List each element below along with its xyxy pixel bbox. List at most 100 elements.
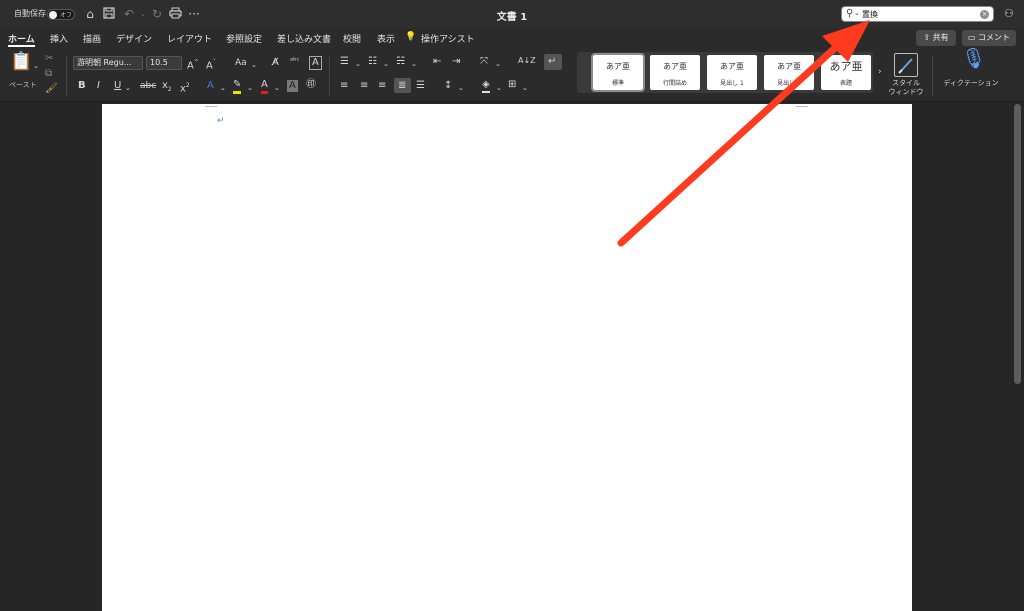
gallery-next-icon[interactable]: › (878, 67, 882, 77)
superscript-icon[interactable]: x2 (180, 80, 190, 95)
style-name: 表題 (839, 80, 852, 87)
style-heading-1[interactable]: あア亜 見出し 1 (707, 55, 757, 90)
borders-dropdown-icon[interactable]: ⌄ (522, 82, 528, 94)
align-right-icon[interactable]: ≡ (378, 80, 386, 92)
microphone-icon[interactable]: 🎙 (961, 48, 986, 68)
cut-icon[interactable]: ✂ (45, 53, 53, 65)
text-effects-dropdown-icon[interactable]: ⌄ (220, 82, 226, 94)
tab-references[interactable]: 参照設定 (226, 32, 262, 45)
enclose-characters-icon[interactable]: ㊞ (306, 79, 316, 91)
share-button[interactable]: ⇪ 共有 (916, 30, 956, 46)
divider (66, 56, 67, 96)
change-case-button[interactable]: Aa (235, 57, 247, 69)
tab-layout[interactable]: レイアウト (167, 32, 212, 45)
vertical-scrollbar[interactable] (1014, 104, 1021, 384)
paragraph-mark-icon: ↵ (217, 116, 225, 126)
search-dropdown-icon[interactable]: ⌄ (854, 9, 860, 17)
font-color-icon[interactable]: A (261, 79, 268, 94)
clear-search-icon[interactable]: × (980, 10, 989, 19)
person-share-icon[interactable]: ⚇ (1004, 7, 1014, 20)
paste-label: ペースト (9, 81, 37, 89)
active-tab-indicator (8, 45, 35, 47)
divider (932, 56, 933, 96)
tab-review[interactable]: 校閲 (343, 32, 361, 45)
paste-dropdown-icon[interactable]: ⌄ (33, 60, 39, 72)
font-size-select[interactable]: 10.5 (146, 56, 182, 70)
distributed-icon[interactable]: ☰ (416, 80, 425, 92)
search-input[interactable] (862, 8, 977, 20)
margin-marker (205, 106, 217, 107)
phonetic-guide-icon[interactable]: ᵃᵇᶜ (290, 55, 300, 67)
line-spacing-icon[interactable]: ↕ (444, 80, 452, 92)
highlight-dropdown-icon[interactable]: ⌄ (247, 82, 253, 94)
numbering-dropdown-icon[interactable]: ⌄ (383, 58, 389, 70)
bullets-icon[interactable]: ☰ (340, 56, 349, 68)
search-icon: ⚲ (846, 8, 854, 19)
tab-design[interactable]: デザイン (116, 32, 152, 45)
underline-icon[interactable]: U (114, 80, 121, 92)
borders-icon[interactable]: ⊞ (508, 79, 516, 91)
format-painter-icon[interactable]: 🖌 (45, 83, 58, 95)
tab-tell-me[interactable]: 操作アシスト (421, 32, 475, 45)
style-name: 標準 (611, 80, 624, 87)
margin-marker (796, 106, 808, 107)
share-icon: ⇪ (923, 33, 931, 42)
comment-button[interactable]: ▭ コメント (962, 30, 1016, 46)
style-sample: あア亜 (606, 62, 630, 71)
asian-layout-dropdown-icon[interactable]: ⌄ (495, 58, 501, 70)
copy-icon[interactable]: ⧉ (45, 68, 52, 80)
line-spacing-dropdown-icon[interactable]: ⌄ (458, 82, 464, 94)
style-sample: あア亜 (829, 60, 863, 73)
multilevel-list-icon[interactable]: ☵ (396, 56, 405, 68)
font-size-value: 10.5 (150, 58, 168, 67)
dictation-label[interactable]: ディクテーション (938, 79, 1004, 88)
justify-button[interactable]: ≣ (394, 78, 411, 93)
numbering-icon[interactable]: ☷ (368, 56, 377, 68)
tab-home[interactable]: ホーム (8, 32, 35, 45)
character-border-icon[interactable]: A (309, 56, 322, 70)
italic-icon[interactable]: I (97, 80, 100, 92)
search-box[interactable]: ⚲ ⌄ × (841, 6, 994, 22)
shading-icon[interactable]: ◈ (482, 79, 490, 93)
text-effects-icon[interactable]: A (207, 80, 214, 92)
comment-icon: ▭ (967, 33, 976, 42)
strikethrough-icon[interactable]: abc (140, 80, 156, 92)
clear-formatting-icon[interactable]: A̸ (272, 57, 279, 69)
style-normal[interactable]: あア亜 標準 (591, 53, 645, 92)
align-left-icon[interactable]: ≡ (340, 80, 348, 92)
style-heading-2[interactable]: あア亜 見出し 2 (764, 55, 814, 90)
increase-indent-icon[interactable]: ⇥ (452, 56, 460, 68)
lightbulb-icon: 💡 (405, 32, 417, 42)
character-shading-icon[interactable]: A (287, 80, 298, 92)
sort-icon[interactable]: A↓Z (518, 55, 536, 67)
document-page[interactable] (102, 104, 912, 611)
style-no-spacing[interactable]: あア亜 行間詰め (650, 55, 700, 90)
tab-view[interactable]: 表示 (377, 32, 395, 45)
tab-mailings[interactable]: 差し込み文書 (277, 32, 331, 45)
show-formatting-button[interactable]: ↵ (544, 54, 562, 70)
style-name: 行間詰め (662, 80, 687, 87)
shading-dropdown-icon[interactable]: ⌄ (496, 82, 502, 94)
font-name-select[interactable]: 游明朝 Regu... (73, 56, 143, 70)
paste-icon[interactable]: 📋 (10, 53, 32, 71)
bold-icon[interactable]: B (78, 80, 86, 92)
change-case-dropdown-icon[interactable]: ⌄ (251, 59, 257, 71)
decrease-indent-icon[interactable]: ⇤ (433, 56, 441, 68)
tab-draw[interactable]: 描画 (83, 32, 101, 45)
ribbon-tabs: ホーム 挿入 描画 デザイン レイアウト 参照設定 差し込み文書 校閲 表示 💡… (0, 28, 1024, 50)
multilevel-dropdown-icon[interactable]: ⌄ (411, 58, 417, 70)
subscript-icon[interactable]: x2 (162, 80, 172, 96)
align-center-icon[interactable]: ≡ (360, 80, 368, 92)
grow-font-icon[interactable]: A^ (187, 57, 199, 72)
shrink-font-icon[interactable]: Aˇ (206, 57, 216, 72)
underline-dropdown-icon[interactable]: ⌄ (125, 82, 131, 94)
asian-layout-icon[interactable]: ⤧ (480, 56, 488, 68)
style-window-label: スタイル ウィンドウ (888, 79, 924, 96)
bullets-dropdown-icon[interactable]: ⌄ (355, 58, 361, 70)
style-title[interactable]: あア亜 表題 (821, 55, 871, 90)
font-color-dropdown-icon[interactable]: ⌄ (274, 82, 280, 94)
style-window-button[interactable] (894, 53, 918, 77)
tab-insert[interactable]: 挿入 (50, 32, 68, 45)
style-name: 見出し 2 (777, 80, 801, 87)
highlight-icon[interactable]: ✎ (233, 79, 242, 94)
